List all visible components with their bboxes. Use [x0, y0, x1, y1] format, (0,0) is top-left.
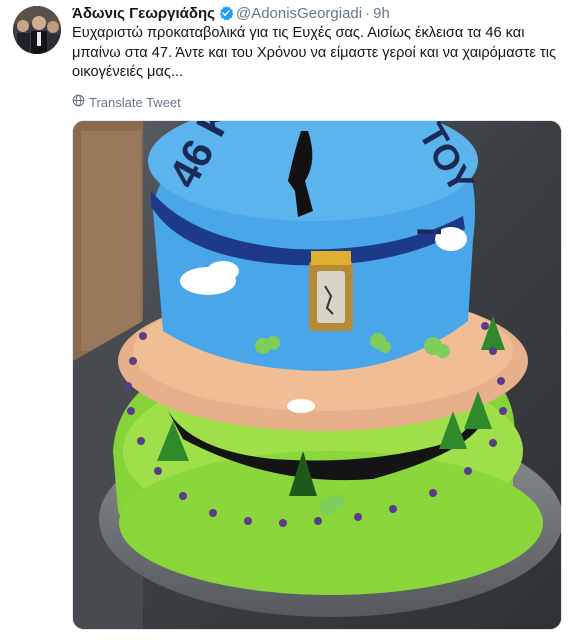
translate-tweet-link[interactable]: Translate Tweet [72, 94, 181, 110]
display-name[interactable]: Άδωνις Γεωργιάδης [72, 5, 215, 22]
handle[interactable]: @AdonisGeorgiadi [236, 5, 362, 22]
cake-text-mark: ¡ [415, 226, 453, 237]
tweet-photo[interactable]: 46 Κ ΤΟΥ ¡ [72, 120, 562, 630]
avatar[interactable] [13, 6, 61, 54]
tweet[interactable]: Άδωνις Γεωργιάδης @AdonisGeorgiadi · 9h Ευχ… [0, 0, 572, 642]
separator-dot: · [365, 5, 371, 22]
tweet-text: Ευχαριστώ προκαταβολικά για τις Ευχές σα… [72, 25, 557, 80]
timestamp[interactable]: 9h [373, 5, 390, 22]
translate-label: Translate Tweet [89, 94, 181, 110]
globe-icon [72, 94, 85, 110]
